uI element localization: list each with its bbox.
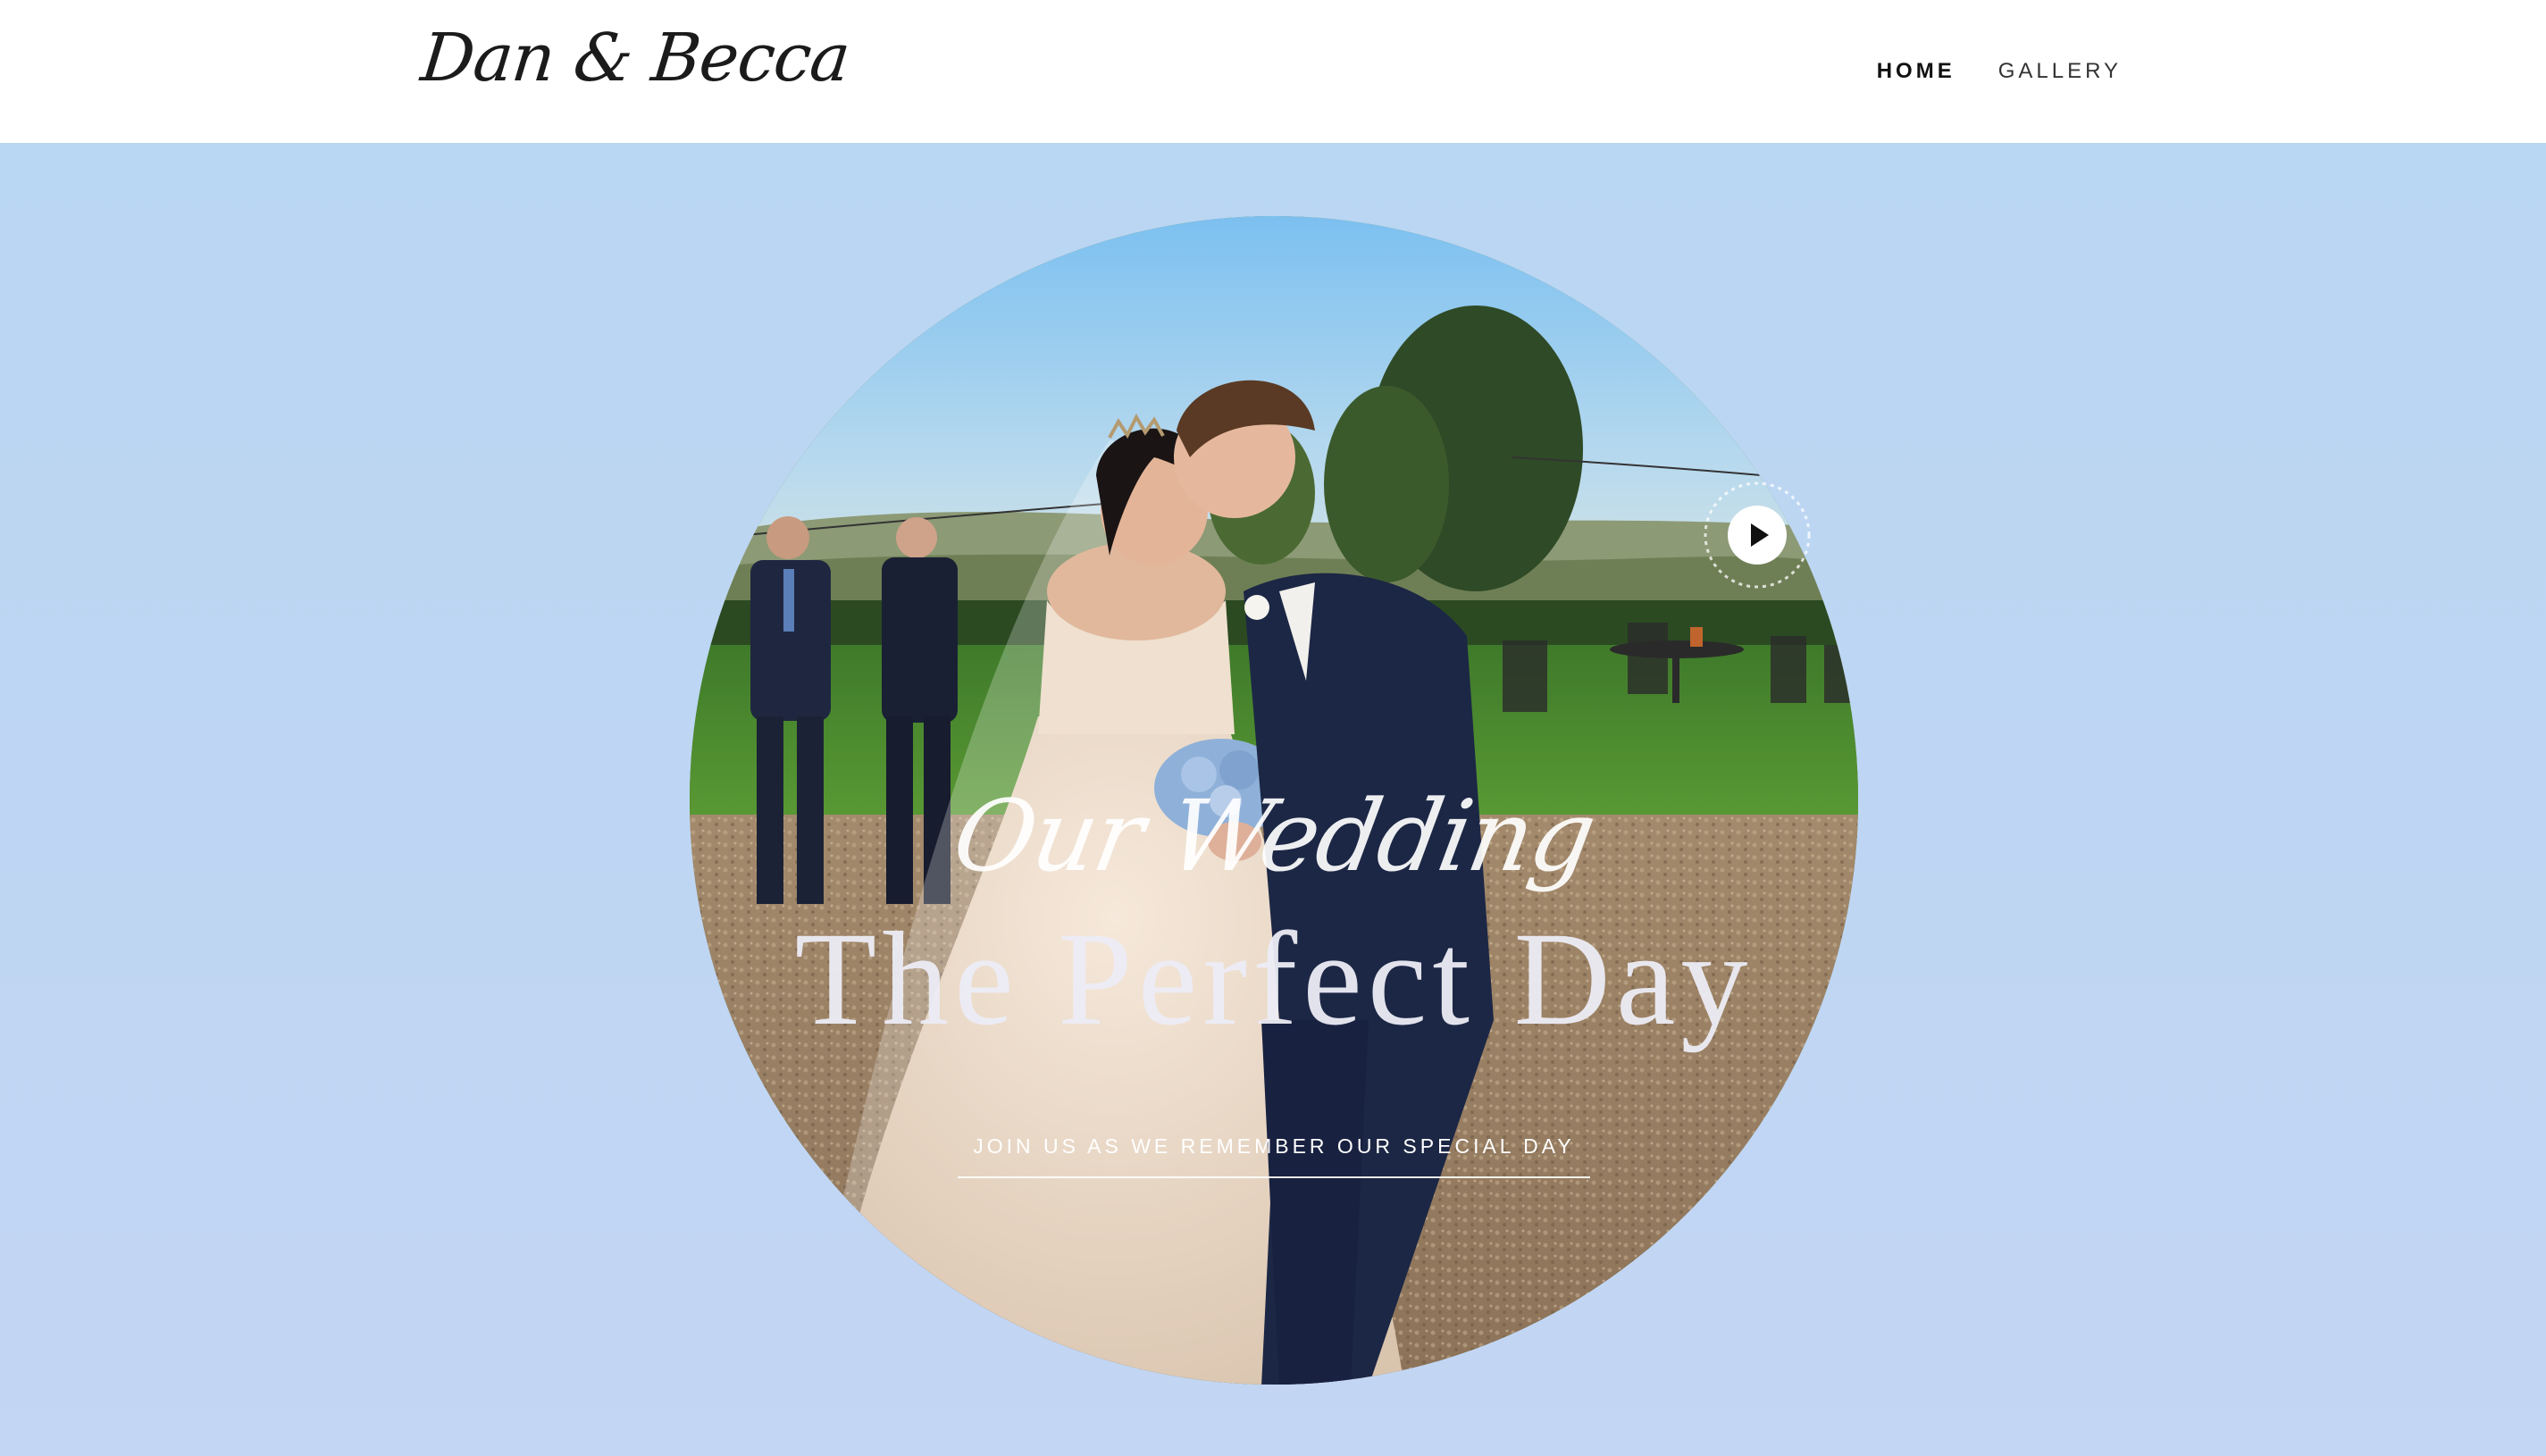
main-nav: HOME GALLERY [1877, 59, 2122, 84]
nav-item-gallery[interactable]: GALLERY [1998, 59, 2122, 84]
hero-section: Our Wedding The Perfect Day JOIN US AS W… [0, 143, 2546, 1456]
hero-photo [690, 216, 1858, 1385]
site-header: Dan & Becca HOME GALLERY [0, 0, 2546, 143]
site-logo[interactable]: Dan & Becca [417, 20, 852, 96]
play-video-button[interactable] [1697, 475, 1817, 595]
nav-item-home[interactable]: HOME [1877, 59, 1956, 84]
